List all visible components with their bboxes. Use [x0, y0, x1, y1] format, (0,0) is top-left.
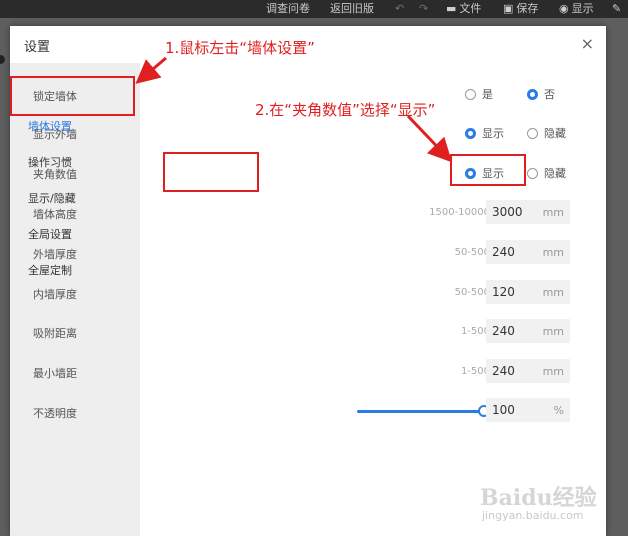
annotation-step1-text: 1.鼠标左击“墙体设置” [165, 39, 315, 57]
wall-height-value: 3000 [492, 205, 523, 219]
snap-distance-label: 吸附距离 [33, 327, 77, 340]
undo-icon[interactable]: ↶ [395, 1, 404, 17]
outer-thickness-input[interactable]: 240 mm [486, 240, 570, 264]
dialog-title: 设置 [24, 40, 51, 55]
min-wall-distance-label: 最小墙距 [33, 367, 77, 380]
angle-value-label: 夹角数值 [33, 168, 77, 181]
inner-thickness-range: 50-500 [454, 287, 490, 298]
snap-distance-range: 1-500 [460, 326, 490, 337]
save-button[interactable]: ▣ 保存 [503, 1, 538, 17]
eye-icon: ◉ [559, 2, 569, 15]
top-toolbar: 调查问卷 返回旧版 ↶ ↷ ▬ 文件 ▣ 保存 ◉ 显示 ✎ [0, 0, 628, 18]
display-menu[interactable]: ◉ 显示 [559, 1, 594, 17]
wrench-icon[interactable]: ✎ [612, 1, 621, 17]
show-outer-show-label: 显示 [482, 127, 504, 140]
baidu-watermark-logo: Baidu经验 [480, 485, 597, 511]
inner-thickness-input[interactable]: 120 mm [486, 280, 570, 304]
snap-distance-unit: mm [542, 325, 564, 338]
lock-wall-no-label: 否 [544, 88, 555, 101]
angle-value-hide-label: 隐藏 [544, 167, 566, 180]
opacity-label: 不透明度 [33, 407, 77, 420]
baidu-watermark-url: jingyan.baidu.com [482, 509, 584, 522]
outer-thickness-value: 240 [492, 245, 515, 259]
wall-height-input[interactable]: 3000 mm [486, 200, 570, 224]
angle-value-hide-radio[interactable]: 隐藏 [527, 165, 566, 181]
radio-circle-icon [465, 89, 476, 100]
annotation-step2-text: 2.在“夹角数值”选择“显示” [255, 101, 436, 119]
show-outer-hide-label: 隐藏 [544, 127, 566, 140]
min-wall-distance-range: 1-500 [460, 366, 490, 377]
radio-checked-icon [527, 89, 538, 100]
show-outer-show-radio[interactable]: 显示 [465, 125, 504, 141]
close-icon[interactable]: × [581, 34, 594, 53]
inner-thickness-value: 120 [492, 285, 515, 299]
sidebar-item-whole-house[interactable]: 全屋定制 [28, 262, 72, 278]
sidebar-item-global-settings[interactable]: 全局设置 [28, 226, 72, 242]
outer-thickness-range: 50-500 [454, 247, 490, 258]
show-outer-hide-radio[interactable]: 隐藏 [527, 125, 566, 141]
file-menu[interactable]: ▬ 文件 [446, 1, 481, 17]
wall-height-label: 墙体高度 [33, 208, 77, 221]
display-label: 显示 [571, 2, 594, 15]
opacity-unit: % [553, 404, 564, 417]
annotation-highlight-show-option [450, 154, 526, 186]
save-label: 保存 [516, 2, 539, 15]
old-version-link[interactable]: 返回旧版 [330, 1, 374, 17]
opacity-input[interactable]: 100% [486, 398, 570, 422]
lock-wall-yes-radio[interactable]: 是 [465, 86, 493, 102]
file-label: 文件 [459, 2, 482, 15]
outer-thickness-unit: mm [542, 246, 564, 259]
survey-link[interactable]: 调查问卷 [266, 1, 310, 17]
min-wall-distance-unit: mm [542, 365, 564, 378]
annotation-highlight-angle-value [163, 152, 259, 192]
redo-icon[interactable]: ↷ [419, 1, 428, 17]
canvas-pin-dot [0, 55, 5, 64]
opacity-value: 100 [492, 403, 515, 417]
sidebar-item-show-hide[interactable]: 显示/隐藏 [28, 190, 76, 206]
wall-height-unit: mm [542, 206, 564, 219]
radio-circle-icon [527, 128, 538, 139]
radio-checked-icon [465, 128, 476, 139]
outer-thickness-label: 外墙厚度 [33, 248, 77, 261]
save-icon: ▣ [503, 2, 514, 15]
opacity-slider-track[interactable] [357, 410, 485, 413]
radio-circle-icon [527, 168, 538, 179]
inner-thickness-unit: mm [542, 286, 564, 299]
lock-wall-yes-label: 是 [482, 88, 493, 101]
folder-icon: ▬ [446, 2, 457, 15]
inner-thickness-label: 内墙厚度 [33, 288, 77, 301]
snap-distance-value: 240 [492, 324, 515, 338]
snap-distance-input[interactable]: 240 mm [486, 319, 570, 343]
wall-height-range: 1500-10000 [429, 207, 490, 218]
show-outer-wall-label: 显示外墙 [33, 128, 77, 141]
min-wall-distance-input[interactable]: 240 mm [486, 359, 570, 383]
annotation-highlight-wall-settings [10, 76, 135, 116]
lock-wall-no-radio[interactable]: 否 [527, 86, 555, 102]
min-wall-distance-value: 240 [492, 364, 515, 378]
